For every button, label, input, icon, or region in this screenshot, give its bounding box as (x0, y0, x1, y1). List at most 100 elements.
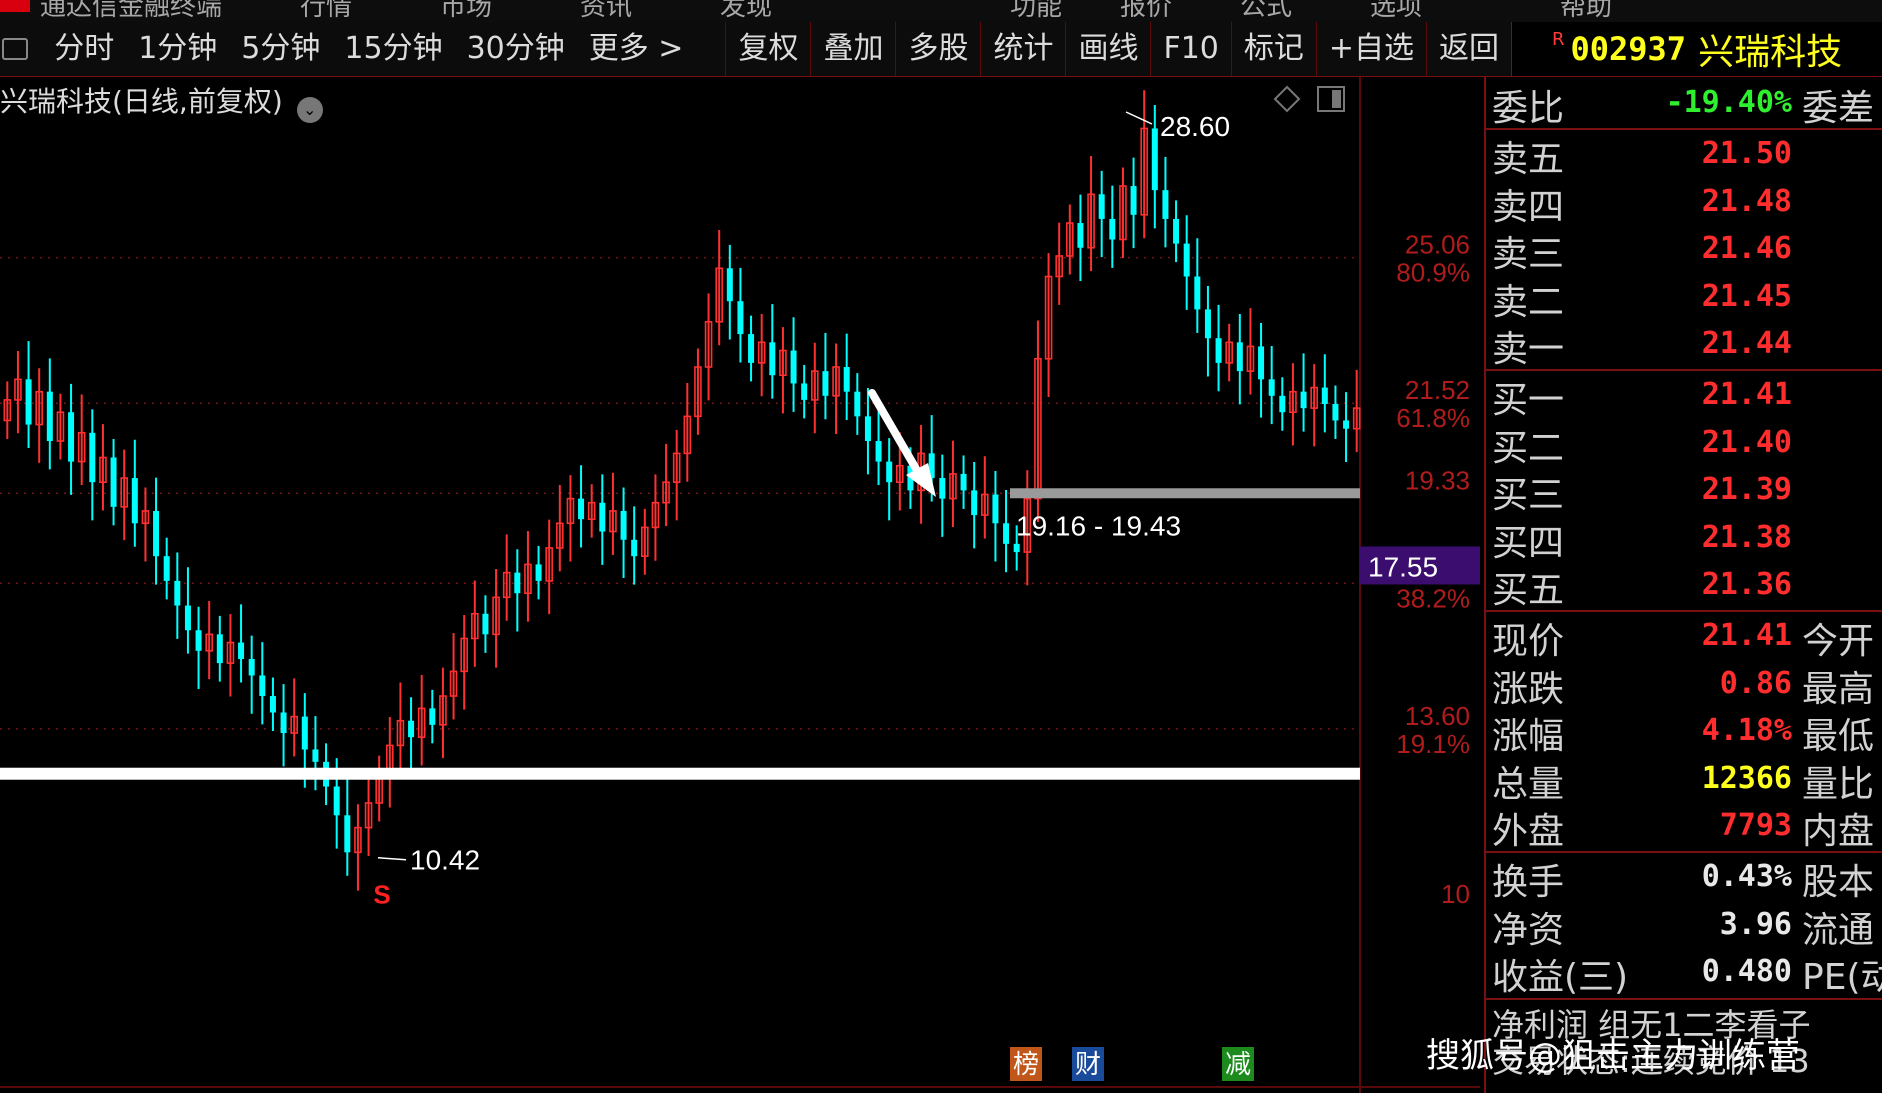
top-menu-item[interactable]: 行情 (300, 0, 352, 22)
top-menu-item[interactable]: 市场 (440, 0, 492, 22)
candle-body-down (971, 490, 978, 516)
quote-row: 卖五 21.50 (1486, 130, 1882, 180)
period-tab[interactable]: 分时 (42, 22, 126, 76)
period-tab[interactable]: 更多 > (577, 22, 696, 76)
candle-body-down (535, 564, 542, 581)
candle-body-down (184, 605, 191, 631)
candle-body-down (174, 580, 181, 606)
candle-body-down (1098, 194, 1105, 219)
top-menu-item[interactable]: 选项 (1370, 0, 1422, 22)
candle-body-down (599, 502, 606, 532)
candle-body-down (110, 457, 117, 507)
tool-button[interactable]: 多股 (895, 22, 980, 76)
quote-row: 净资 3.96 流通 (1486, 901, 1882, 951)
quote-row: 买五 21.36 (1486, 561, 1882, 611)
period-tab[interactable]: 15分钟 (332, 22, 454, 76)
period-tab[interactable]: 1分钟 (126, 22, 229, 76)
quote-value: 0.86 (1719, 665, 1792, 701)
price-level-label: 21.52 (1405, 375, 1470, 405)
candle-body-down (1151, 128, 1158, 191)
quote-row: 买三 21.39 (1486, 466, 1882, 516)
candle-body-down (1279, 395, 1286, 413)
quote-label: 卖三 (1492, 234, 1565, 276)
candle-body-down (1215, 338, 1222, 363)
tool-button[interactable]: 复权 (725, 22, 810, 76)
high-label: 28.60 (1160, 111, 1230, 142)
candle-body-down (1162, 190, 1169, 219)
candle-body-down (790, 350, 797, 384)
chevron-down-icon[interactable]: ⌄ (296, 97, 323, 123)
candle-body-down (620, 510, 627, 540)
candle-body-down (1204, 309, 1211, 339)
kline-chart[interactable]: 25.0680.9%21.5261.8%19.3317.1438.2%13.60… (0, 77, 1480, 1093)
candle-body-down (429, 708, 436, 725)
candle-body-down (737, 301, 744, 335)
quote-value: 4.18% (1701, 713, 1792, 749)
quote-row: 卖二 21.45 (1486, 273, 1882, 323)
candle-body-down (992, 494, 999, 524)
event-badge-label: 财 (1075, 1050, 1101, 1080)
top-menu-item[interactable]: 资讯 (580, 0, 632, 22)
panel-toggle-icon[interactable] (2, 38, 29, 60)
fib-pct-label: 80.9% (1396, 258, 1470, 288)
tool-button[interactable]: 画线 (1065, 22, 1150, 76)
tool-button[interactable]: 标记 (1230, 22, 1316, 76)
quote-label-secondary: 股本 (1802, 862, 1875, 904)
top-menu-item[interactable]: 发现 (720, 0, 772, 22)
stock-code: 002937 (1570, 30, 1687, 68)
candle-body-down (238, 642, 245, 660)
quote-label: 委比 (1492, 88, 1565, 129)
period-tab[interactable]: 30分钟 (455, 22, 577, 76)
top-menu-item[interactable]: 通达信金融终端 (40, 0, 222, 22)
candle-body-down (1268, 379, 1275, 396)
quote-value: 21.50 (1701, 136, 1792, 172)
candle-body-down (482, 613, 489, 635)
top-menu-bar: 通达信金融终端 行情 市场 资讯 发现 功能 报价 公式 选项 帮助 (0, 0, 1882, 22)
tool-button[interactable]: 返回 (1426, 22, 1511, 76)
price-level-label: 19.33 (1405, 465, 1470, 495)
high-pointer (1125, 111, 1153, 125)
price-level-label: 10 (1441, 879, 1470, 909)
candle-body-down (301, 716, 308, 750)
quote-label: 买四 (1492, 522, 1565, 564)
candle-body-down (25, 379, 32, 425)
tool-button[interactable]: 叠加 (810, 22, 895, 76)
quote-label-secondary: 流通 (1802, 909, 1875, 951)
candle-body-down (131, 478, 138, 524)
candle-body-down (1343, 420, 1350, 429)
range-label: 19.16 - 19.43 (1016, 510, 1181, 541)
candle-body-down (514, 572, 521, 594)
quote-label: 卖五 (1492, 139, 1565, 181)
quote-label: 换手 (1492, 862, 1565, 904)
fib-pct-label: 19.1% (1396, 729, 1470, 759)
candle-body-down (46, 391, 53, 442)
quote-value: 21.46 (1701, 231, 1792, 267)
period-tab[interactable]: 5分钟 (229, 22, 332, 76)
tool-button[interactable]: F10 (1150, 22, 1230, 76)
candle-body-down (408, 720, 415, 738)
price-level-label: 13.60 (1405, 701, 1470, 731)
quote-label: 涨跌 (1492, 668, 1565, 710)
top-menu-item[interactable]: 帮助 (1560, 0, 1612, 22)
candle-body-down (726, 268, 733, 302)
major-support-line (0, 767, 1360, 780)
candle-body-down (1173, 218, 1180, 244)
quote-row: 涨跌 0.86 最高 (1486, 660, 1882, 710)
candle-body-down (89, 432, 96, 483)
tool-button[interactable]: +自选 (1315, 22, 1426, 76)
candle-body-down (843, 367, 850, 392)
sell-signal-marker: S (373, 880, 390, 910)
diamond-icon (1273, 85, 1301, 113)
top-menu-item[interactable]: 公式 (1240, 0, 1292, 22)
support-zone-bar (1010, 488, 1360, 499)
quote-label: 总量 (1492, 763, 1565, 805)
candle-body-down (163, 556, 170, 581)
top-menu-item[interactable]: 功能 (1010, 0, 1062, 22)
candle-body-down (344, 815, 351, 853)
tool-button[interactable]: 统计 (980, 22, 1065, 76)
top-menu-item[interactable]: 报价 (1120, 0, 1172, 22)
candle-body-down (1003, 523, 1010, 544)
quote-label: 外盘 (1492, 811, 1565, 852)
candle-body-down (1321, 387, 1328, 405)
quote-row: 卖三 21.46 (1486, 225, 1882, 275)
